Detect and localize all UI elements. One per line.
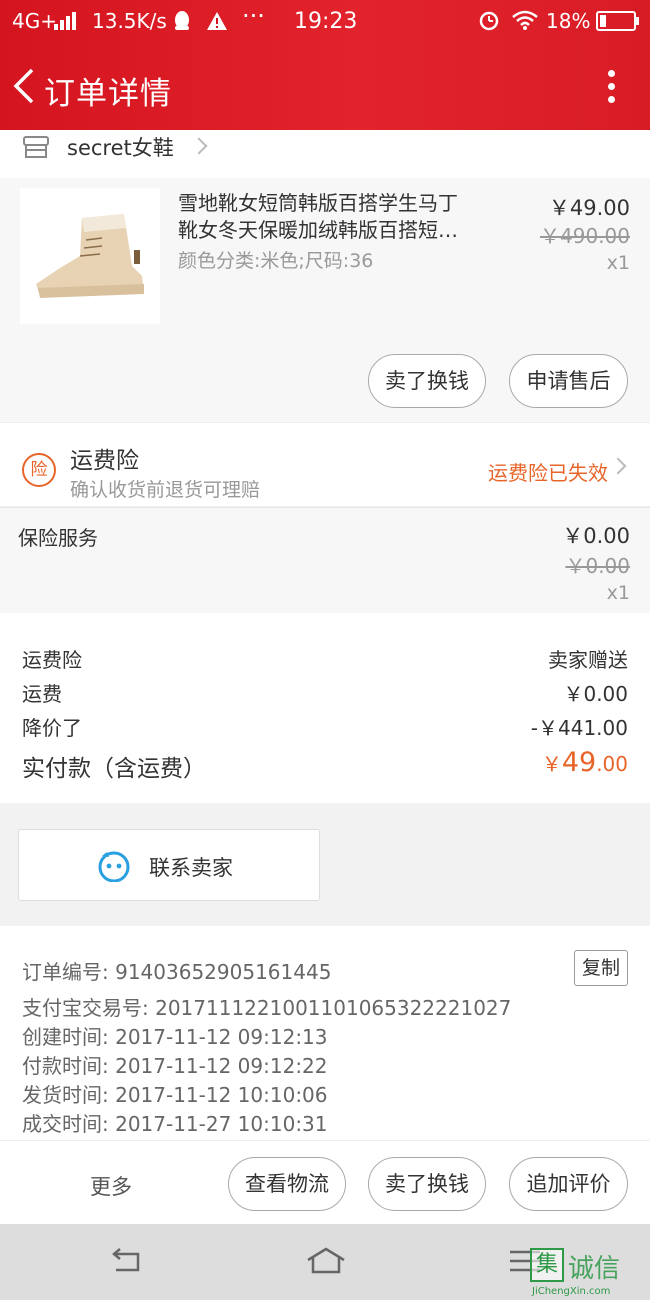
network-speed: 13.5K/s bbox=[92, 9, 167, 33]
page-title: 订单详情 bbox=[44, 76, 172, 112]
product-title-line2: 靴女冬天保暖加绒韩版百搭短… bbox=[178, 218, 458, 242]
product-price: ￥49.00 bbox=[548, 196, 630, 220]
service-original-price: ￥0.00 bbox=[565, 554, 630, 578]
insurance-status: 运费险已失效 bbox=[488, 461, 608, 485]
watermark-logo: 集 bbox=[530, 1248, 564, 1282]
alarm-icon bbox=[478, 9, 500, 36]
shop-row[interactable]: secret女鞋 bbox=[0, 130, 650, 178]
watermark-text: 诚信 bbox=[568, 1254, 621, 1284]
order-info: 订单编号: 91403652905161445 复制 支付宝交易号: 20171… bbox=[0, 926, 650, 1140]
home-nav-icon[interactable] bbox=[304, 1246, 348, 1280]
alipay-trade-number: 支付宝交易号: 2017111221001101065322221027 bbox=[22, 996, 512, 1020]
battery-icon bbox=[596, 11, 640, 36]
contact-seller-label: 联系卖家 bbox=[149, 856, 233, 880]
summary-label: 运费险 bbox=[22, 648, 82, 672]
warning-icon bbox=[207, 11, 227, 35]
total-integer: 49 bbox=[561, 747, 597, 778]
back-nav-icon[interactable] bbox=[106, 1246, 146, 1280]
service-quantity: x1 bbox=[606, 582, 630, 604]
insurance-subtitle: 确认收货前退货可理赔 bbox=[70, 479, 261, 501]
sell-for-cash-button[interactable]: 卖了换钱 bbox=[368, 354, 486, 408]
completed-time: 成交时间: 2017-11-27 10:10:31 bbox=[22, 1112, 328, 1136]
view-logistics-button[interactable]: 查看物流 bbox=[228, 1157, 346, 1211]
chevron-right-icon bbox=[609, 457, 627, 475]
payment-summary: 运费险 卖家赠送 运费 ￥0.00 降价了 -￥441.00 实付款（含运费） … bbox=[0, 613, 650, 803]
summary-row-discount: 降价了 -￥441.00 bbox=[22, 712, 628, 741]
total-label: 实付款（含运费） bbox=[22, 756, 206, 782]
wifi-icon bbox=[512, 10, 538, 35]
after-sales-button[interactable]: 申请售后 bbox=[509, 354, 628, 408]
insurance-service-row: 保险服务 ￥0.00 ￥0.00 x1 bbox=[0, 507, 650, 613]
total-currency: ￥ bbox=[541, 752, 562, 776]
product-sku: 颜色分类:米色;尺码:36 bbox=[178, 250, 374, 272]
qq-icon bbox=[172, 10, 192, 37]
product-title[interactable]: 雪地靴女短筒韩版百搭学生马丁 靴女冬天保暖加绒韩版百搭短… bbox=[178, 190, 498, 244]
more-dots-icon: ··· bbox=[242, 2, 265, 30]
shop-name: secret女鞋 bbox=[67, 136, 174, 160]
service-price: ￥0.00 bbox=[562, 524, 630, 548]
service-label: 保险服务 bbox=[18, 526, 98, 550]
chat-bubble-icon bbox=[97, 850, 131, 883]
paid-time: 付款时间: 2017-11-12 09:12:22 bbox=[22, 1054, 328, 1078]
sell-for-cash-button[interactable]: 卖了换钱 bbox=[368, 1157, 486, 1211]
product-original-price: ￥490.00 bbox=[540, 224, 630, 248]
summary-row-total: 实付款（含运费） ￥49.00 bbox=[22, 747, 628, 783]
created-time: 创建时间: 2017-11-12 09:12:13 bbox=[22, 1025, 328, 1049]
insurance-badge-icon: 险 bbox=[22, 453, 56, 487]
product-image[interactable] bbox=[20, 188, 160, 324]
store-icon bbox=[22, 135, 50, 159]
product-title-line1: 雪地靴女短筒韩版百搭学生马丁 bbox=[178, 191, 458, 215]
site-watermark: 集 诚信 JiChengXin.com bbox=[530, 1248, 646, 1298]
summary-value: ￥0.00 bbox=[563, 682, 628, 706]
contact-seller-button[interactable]: 联系卖家 bbox=[18, 829, 320, 901]
summary-row-shipping: 运费 ￥0.00 bbox=[22, 678, 628, 707]
battery-percent: 18% bbox=[546, 9, 591, 33]
bottom-action-bar: 更多 查看物流 卖了换钱 追加评价 bbox=[0, 1140, 650, 1224]
more-link[interactable]: 更多 bbox=[90, 1171, 132, 1201]
header-bar: 订单详情 bbox=[0, 44, 650, 130]
overflow-menu-icon[interactable] bbox=[608, 70, 616, 104]
summary-value: 卖家赠送 bbox=[548, 648, 628, 672]
status-bar: 4G+ 13.5K/s ··· 19:23 18% bbox=[0, 0, 650, 44]
product-quantity: x1 bbox=[606, 252, 630, 274]
total-amount: ￥49.00 bbox=[542, 747, 628, 778]
insurance-title: 运费险 bbox=[70, 448, 139, 474]
back-arrow-icon[interactable] bbox=[10, 66, 40, 106]
summary-label: 降价了 bbox=[22, 716, 82, 740]
summary-value: -￥441.00 bbox=[530, 716, 628, 740]
summary-label: 运费 bbox=[22, 682, 62, 706]
summary-row-insurance: 运费险 卖家赠送 bbox=[22, 644, 628, 673]
add-review-button[interactable]: 追加评价 bbox=[509, 1157, 628, 1211]
chevron-right-icon bbox=[190, 137, 208, 155]
signal-icon bbox=[54, 11, 78, 35]
shipping-insurance-row[interactable]: 险 运费险 确认收货前退货可理赔 运费险已失效 bbox=[0, 422, 650, 506]
watermark-url: JiChengXin.com bbox=[532, 1286, 611, 1297]
shipped-time: 发货时间: 2017-11-12 10:10:06 bbox=[22, 1083, 328, 1107]
clock: 19:23 bbox=[294, 9, 358, 34]
network-label: 4G+ bbox=[12, 9, 57, 33]
app-header: 4G+ 13.5K/s ··· 19:23 18% 订单详情 bbox=[0, 0, 650, 130]
order-number: 订单编号: 91403652905161445 bbox=[22, 960, 332, 984]
product-card: 雪地靴女短筒韩版百搭学生马丁 靴女冬天保暖加绒韩版百搭短… 颜色分类:米色;尺码… bbox=[0, 178, 650, 422]
copy-button[interactable]: 复制 bbox=[574, 950, 628, 986]
total-decimal: .00 bbox=[596, 752, 628, 776]
